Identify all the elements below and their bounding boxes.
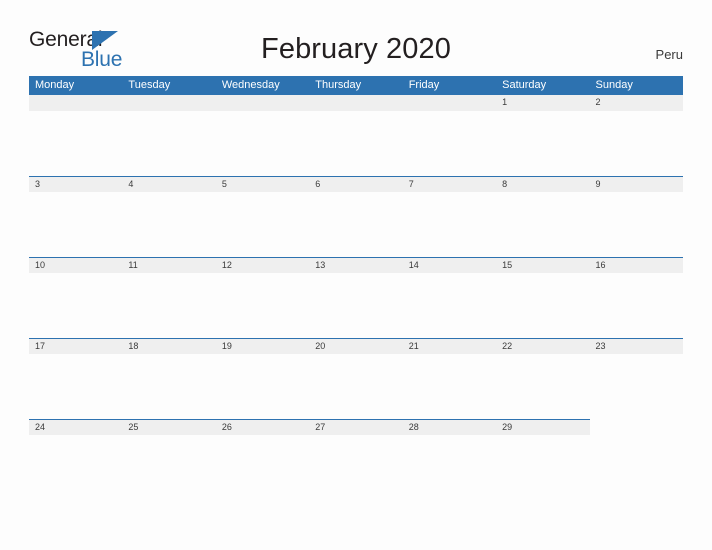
calendar-day-cell-2[interactable]: 2 bbox=[589, 95, 683, 111]
calendar-day-cell-23[interactable]: 23 bbox=[589, 338, 683, 354]
calendar-week-row: 12 bbox=[29, 95, 683, 176]
calendar-weekday-header-row: Monday Tuesday Wednesday Thursday Friday Satu… bbox=[29, 76, 683, 95]
calendar-day-cell-3[interactable]: 3 bbox=[29, 176, 123, 192]
calendar-week-body bbox=[29, 273, 683, 338]
calendar-day-cell-12[interactable]: 12 bbox=[215, 257, 310, 273]
weekday-header-monday: Monday bbox=[35, 79, 75, 91]
calendar-day-cell-14[interactable]: 14 bbox=[402, 257, 497, 273]
calendar-day-cell-8[interactable]: 8 bbox=[496, 176, 590, 192]
calendar-day-cell-empty bbox=[215, 95, 310, 111]
calendar-date-band: 10 11 12 13 14 15 16 bbox=[29, 257, 683, 273]
calendar-date-band: 3456789 bbox=[29, 176, 683, 192]
calendar-day-cell-11[interactable]: 11 bbox=[122, 257, 216, 273]
calendar-day-cell-empty bbox=[402, 95, 497, 111]
calendar-day-cell-21[interactable]: 21 bbox=[402, 338, 497, 354]
calendar-day-cell-7[interactable]: 7 bbox=[402, 176, 497, 192]
calendar-day-cell-20[interactable]: 20 bbox=[309, 338, 403, 354]
calendar-day-cell-18[interactable]: 18 bbox=[122, 338, 216, 354]
calendar-week-body bbox=[29, 111, 683, 176]
calendar-week-body bbox=[29, 192, 683, 257]
calendar-day-cell-1[interactable]: 1 bbox=[496, 95, 590, 111]
calendar-day-cell-13[interactable]: 13 bbox=[309, 257, 403, 273]
weekday-header-wednesday: Wednesday bbox=[221, 79, 280, 91]
page-title: February 2020 bbox=[261, 33, 451, 65]
region-label: Peru bbox=[655, 47, 683, 62]
calendar-day-cell-22[interactable]: 22 bbox=[496, 338, 590, 354]
calendar-day-cell-26[interactable]: 26 bbox=[215, 419, 310, 435]
calendar-table: Monday Tuesday Wednesday Thursday Friday Satu… bbox=[29, 76, 683, 500]
calendar-week-row: 3456789 bbox=[29, 176, 683, 257]
calendar-week-rows: 1 2 3 4 5 6 7 8 9 10 11 12 13 14 15 16 17 18 19 20 21 22 23 24 2… bbox=[29, 95, 683, 500]
calendar-day-cell-28[interactable]: 28 bbox=[402, 419, 497, 435]
weekday-header-tuesday: Tuesday bbox=[128, 79, 171, 91]
calendar-day-cell-27[interactable]: 27 bbox=[309, 419, 403, 435]
calendar-day-cell-15[interactable]: 15 bbox=[496, 257, 590, 273]
weekday-header-sunday: Sunday bbox=[595, 79, 633, 91]
calendar-date-band: 24 25 26 27 28 29 bbox=[29, 419, 683, 435]
calendar-day-cell-29[interactable]: 29 bbox=[496, 419, 590, 435]
calendar-day-cell-19[interactable]: 19 bbox=[215, 338, 310, 354]
calendar-day-cell-empty bbox=[29, 95, 123, 111]
calendar-day-cell-6[interactable]: 6 bbox=[309, 176, 403, 192]
calendar-day-cell-empty bbox=[590, 419, 683, 435]
calendar-date-band: 17 18 19 20 21 22 23 bbox=[29, 338, 683, 354]
calendar-day-cell-10[interactable]: 10 bbox=[29, 257, 123, 273]
calendar-week-row: 24 25 26 27 28 29 bbox=[29, 419, 683, 500]
calendar-day-cell-24[interactable]: 24 bbox=[29, 419, 123, 435]
weekday-header-thursday: Thursday bbox=[315, 79, 362, 91]
calendar-day-cell-5[interactable]: 5 bbox=[215, 176, 310, 192]
calendar-week-row: 10 11 12 13 14 15 16 bbox=[29, 257, 683, 338]
weekday-header-friday: Friday bbox=[408, 79, 440, 91]
calendar-day-cell-16[interactable]: 16 bbox=[589, 257, 683, 273]
calendar-day-cell-empty bbox=[309, 95, 403, 111]
calendar-day-cell-25[interactable]: 25 bbox=[122, 419, 216, 435]
calendar-date-band: 12 bbox=[29, 95, 683, 111]
calendar-week-row: 17 18 19 20 21 22 23 bbox=[29, 338, 683, 419]
calendar-day-cell-9[interactable]: 9 bbox=[589, 176, 683, 192]
weekday-header-saturday: Saturday bbox=[502, 79, 547, 91]
page-header: General Blue February 2020 Peru bbox=[0, 0, 712, 76]
calendar-week-body bbox=[29, 435, 683, 500]
calendar-week-body bbox=[29, 354, 683, 419]
calendar-day-cell-4[interactable]: 4 bbox=[122, 176, 216, 192]
calendar-day-cell-empty bbox=[122, 95, 216, 111]
calendar-day-cell-17[interactable]: 17 bbox=[29, 338, 123, 354]
